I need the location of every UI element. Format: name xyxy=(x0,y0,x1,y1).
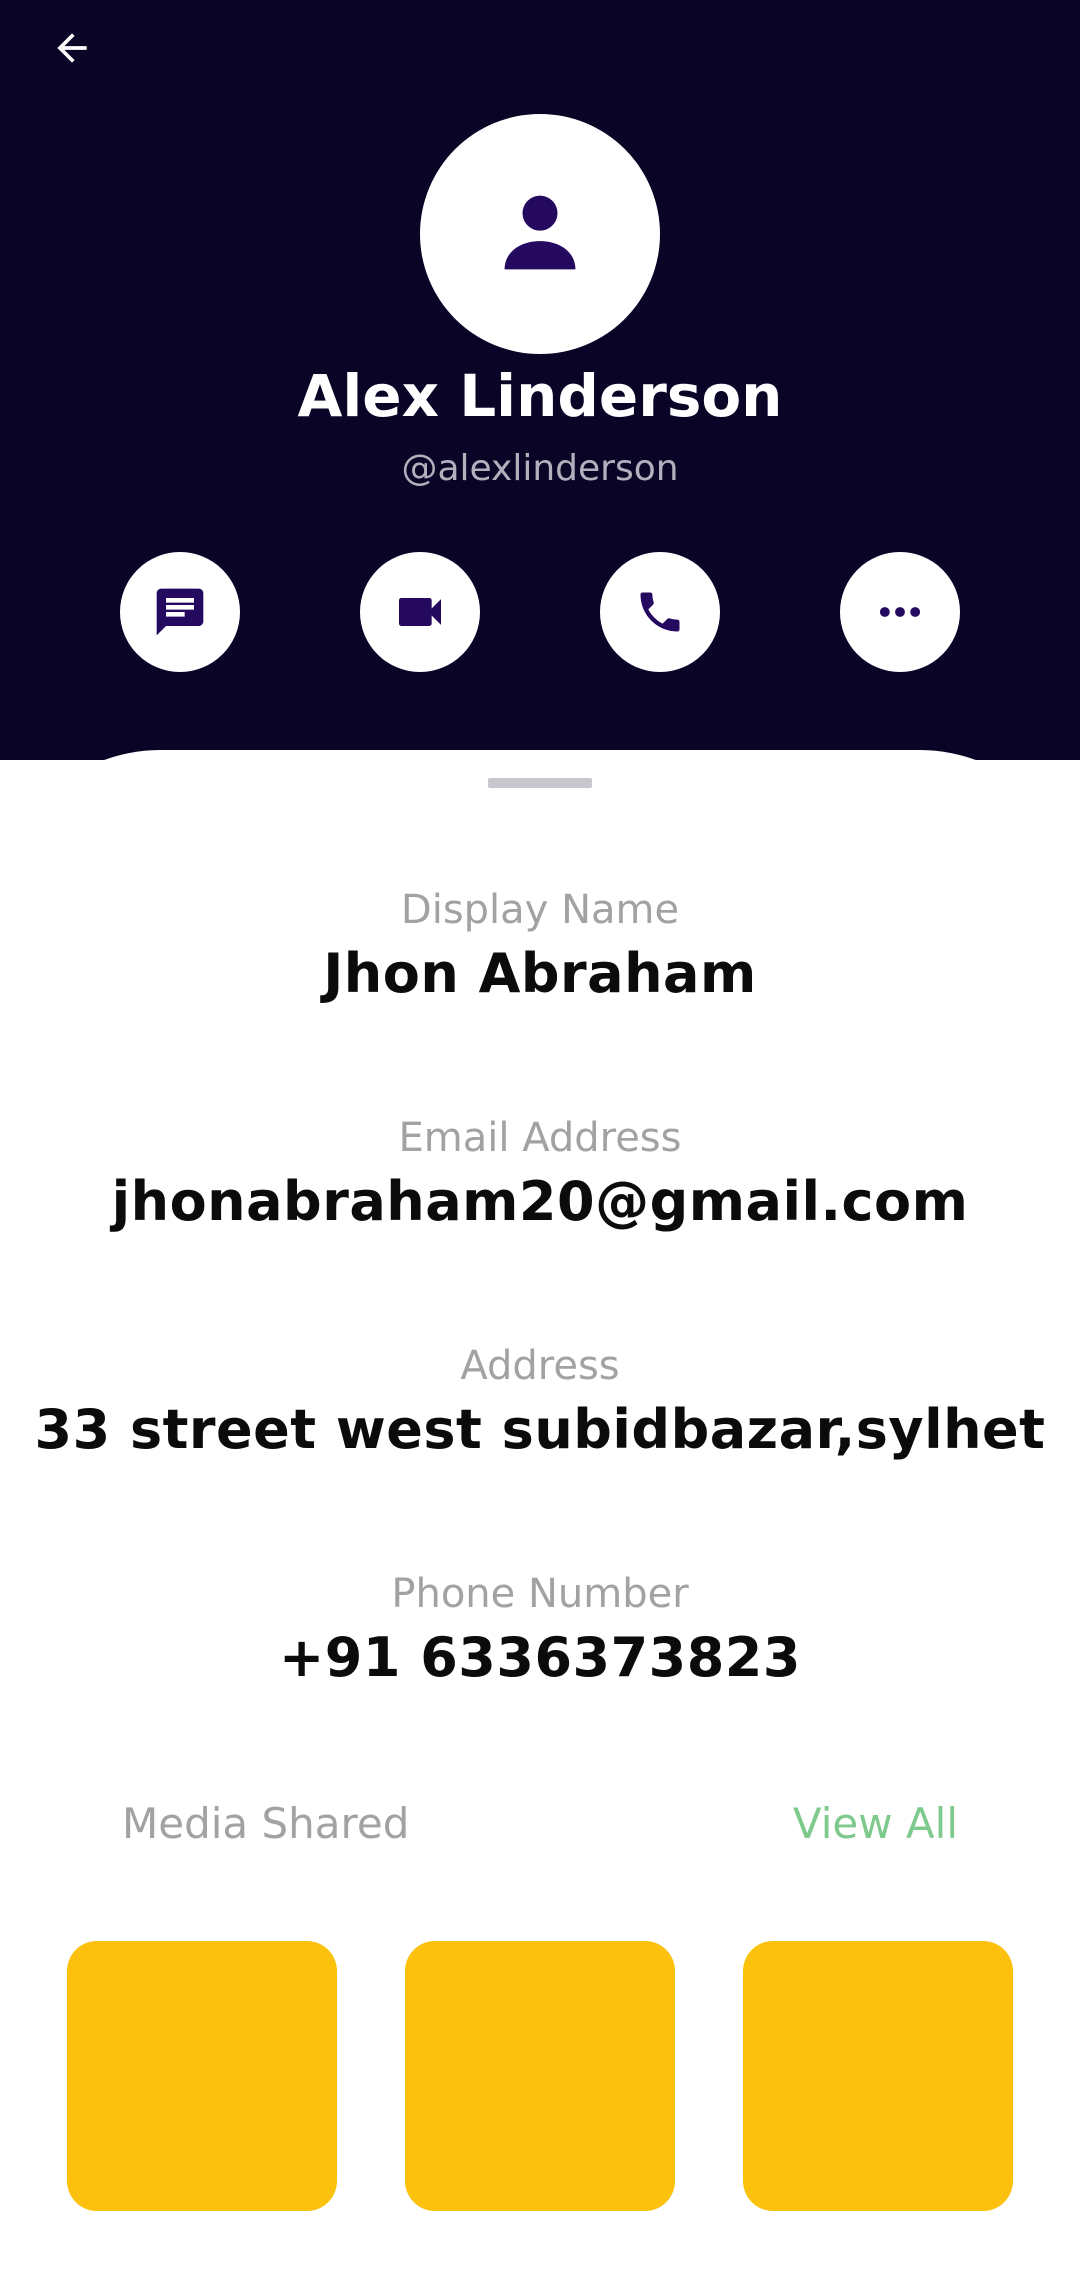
message-icon xyxy=(156,588,204,636)
phone-value: +91 6336373823 xyxy=(279,1626,801,1689)
profile-header: Alex Linderson @alexlinderson xyxy=(0,0,1080,760)
email-label: Email Address xyxy=(398,1115,682,1161)
view-all-link[interactable]: View All xyxy=(793,1794,958,1854)
display-name-value: Jhon Abraham xyxy=(323,942,757,1005)
more-horizontal-icon xyxy=(879,607,921,617)
media-thumbnail[interactable] xyxy=(743,1941,1013,2211)
details-sheet: Display Name Jhon Abraham Email Address … xyxy=(0,750,1080,2293)
address-value: 33 street west subidbazar,sylhet xyxy=(34,1398,1046,1461)
address-label: Address xyxy=(460,1343,620,1389)
person-icon xyxy=(504,195,576,270)
media-thumbnail[interactable] xyxy=(67,1941,337,2211)
video-call-button[interactable] xyxy=(360,552,480,672)
voice-call-button[interactable] xyxy=(600,552,720,672)
email-value: jhonabraham20@gmail.com xyxy=(111,1170,969,1233)
profile-handle: @alexlinderson xyxy=(401,448,679,489)
profile-name: Alex Linderson xyxy=(297,362,783,430)
phone-icon xyxy=(640,592,680,632)
more-button[interactable] xyxy=(840,552,960,672)
phone-label: Phone Number xyxy=(391,1571,689,1617)
arrow-left-icon xyxy=(57,33,87,63)
video-camera-icon xyxy=(399,598,441,626)
message-button[interactable] xyxy=(120,552,240,672)
drag-handle[interactable] xyxy=(488,778,592,788)
media-shared-label: Media Shared xyxy=(122,1799,410,1848)
avatar[interactable] xyxy=(420,114,660,354)
display-name-label: Display Name xyxy=(400,887,680,933)
back-button[interactable] xyxy=(40,16,104,80)
media-thumbnail[interactable] xyxy=(405,1941,675,2211)
